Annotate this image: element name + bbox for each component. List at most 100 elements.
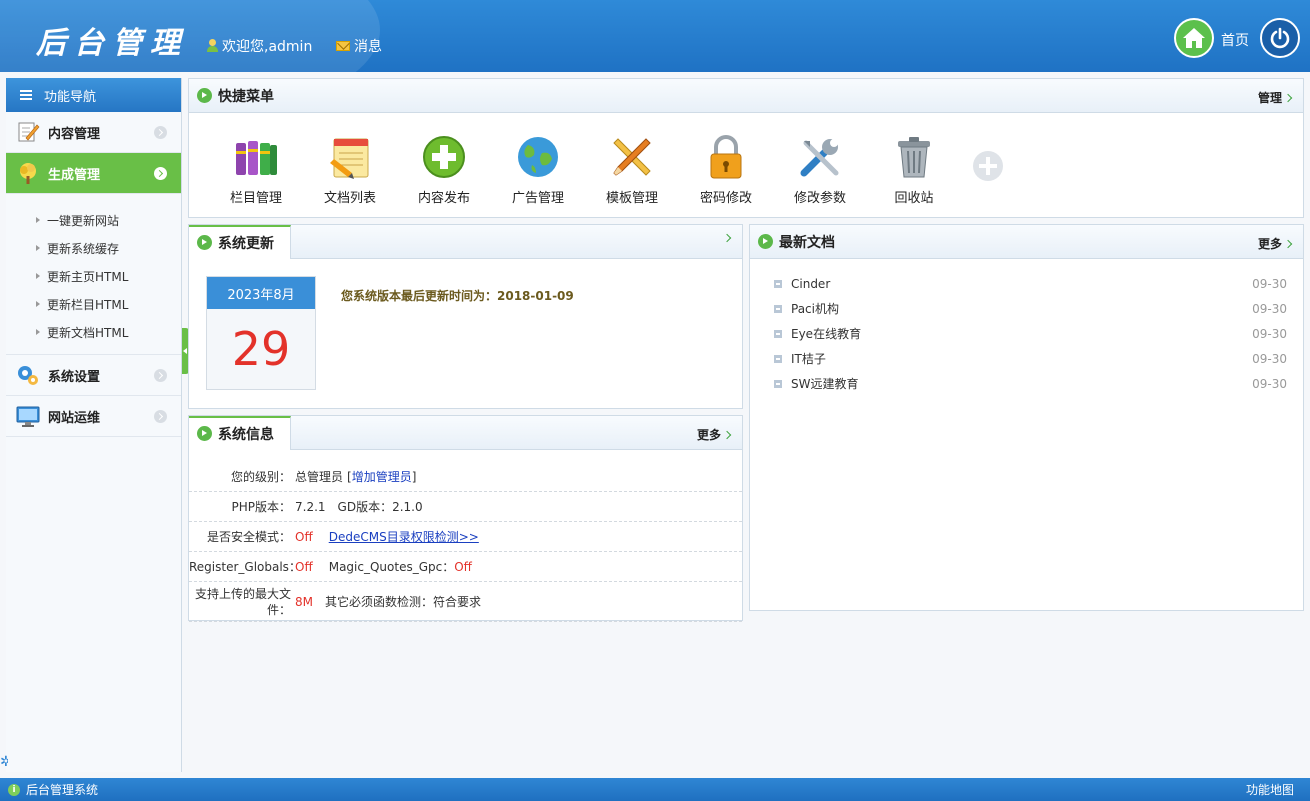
info-value: 2.1.0	[392, 499, 423, 514]
info-row-globals: Register_Globals： Off Magic_Quotes_Gpc： …	[189, 552, 742, 582]
sidebar-title-label: 功能导航	[44, 89, 97, 105]
submenu-item[interactable]: 更新系统缓存	[6, 234, 181, 262]
sidebar-item-content[interactable]: 内容管理	[6, 112, 181, 153]
info-value: 总管理员	[295, 470, 344, 484]
bullet-icon	[774, 279, 782, 288]
home-button[interactable]	[1174, 18, 1214, 58]
sidebar-item-settings[interactable]: 系统设置	[6, 355, 181, 396]
submenu-item[interactable]: 更新主页HTML	[6, 262, 181, 290]
sitemap-link[interactable]: 功能地图	[1246, 781, 1294, 798]
doc-title[interactable]: Paci机构	[791, 300, 839, 317]
mail-icon	[336, 41, 350, 51]
quick-item-ads[interactable]: 广告管理	[491, 133, 585, 206]
header: 后台管理 欢迎您,admin 消息 首页	[0, 0, 1310, 72]
footer-system-name: 后台管理系统	[26, 783, 99, 797]
info-label: Register_Globals：	[189, 560, 301, 574]
sidebar-item-ops[interactable]: 网站运维	[6, 396, 181, 437]
logout-button[interactable]	[1260, 18, 1300, 58]
system-info-header: 系统信息 更多	[189, 415, 742, 450]
quick-item-categories[interactable]: 栏目管理	[209, 133, 303, 206]
info-value: Off	[295, 559, 313, 574]
settings-gear-icon[interactable]: ✲	[0, 754, 8, 770]
bullet-icon	[774, 304, 782, 313]
plus-circle-icon	[420, 133, 468, 181]
info-label: PHP版本：	[231, 500, 292, 514]
system-info-more-link[interactable]: 更多	[696, 426, 732, 443]
system-info-rows: 您的级别： 总管理员 [增加管理员] PHP版本： 7.2.1 GD版本： 2.…	[189, 450, 742, 622]
chevron-right-icon	[1283, 239, 1293, 248]
quick-item-doc-list[interactable]: 文档列表	[303, 133, 397, 206]
play-icon	[758, 234, 773, 249]
info-value: 符合要求	[433, 595, 482, 609]
system-update-more-link[interactable]	[722, 233, 732, 243]
permission-check-link[interactable]: DedeCMS目录权限检测>>	[329, 528, 479, 545]
info-value: Off	[295, 529, 313, 544]
system-update-header: 系统更新	[189, 224, 742, 259]
doc-title[interactable]: Eye在线教育	[791, 325, 861, 342]
more-label: 更多	[1257, 237, 1282, 251]
quick-item-label: 模板管理	[605, 191, 658, 206]
generate-submenu: 一键更新网站 更新系统缓存 更新主页HTML 更新栏目HTML 更新文档HTML	[6, 194, 181, 355]
home-icon	[1183, 28, 1205, 48]
quick-item-label: 广告管理	[511, 191, 564, 206]
submenu-item[interactable]: 更新文档HTML	[6, 318, 181, 346]
info-value: Off	[454, 559, 472, 574]
more-label: 更多	[696, 428, 721, 442]
chevron-right-icon	[154, 126, 167, 139]
submenu-item[interactable]: 一键更新网站	[6, 206, 181, 234]
sidebar-item-label: 网站运维	[48, 410, 101, 426]
sidebar-item-label: 系统设置	[48, 369, 101, 385]
info-label: 其它必须函数检测：	[325, 595, 434, 609]
message-label: 消息	[354, 39, 382, 55]
list-item[interactable]: IT桔子 09-30	[774, 346, 1287, 371]
quick-item-publish[interactable]: 内容发布	[397, 133, 491, 206]
last-update-text: 您系统版本最后更新时间为：2018-01-09	[341, 289, 574, 303]
list-item[interactable]: Cinder 09-30	[774, 271, 1287, 296]
footer: i 后台管理系统 功能地图	[0, 778, 1310, 801]
message-link[interactable]: 消息	[336, 36, 382, 56]
list-item[interactable]: Eye在线教育 09-30	[774, 321, 1287, 346]
system-update-title-label: 系统更新	[218, 235, 274, 252]
quick-menu-panel: 快捷菜单 管理 栏目管理 文档列表 内容发布 广告管理 模板管理 密码修改 修改…	[188, 78, 1304, 218]
doc-date: 09-30	[1252, 376, 1287, 391]
play-icon	[197, 88, 212, 103]
sidebar-item-generate[interactable]: 生成管理	[6, 153, 181, 194]
books-icon	[232, 133, 280, 181]
info-icon: i	[8, 783, 20, 796]
tree-icon	[16, 161, 40, 185]
quick-item-password[interactable]: 密码修改	[679, 133, 773, 206]
doc-title[interactable]: IT桔子	[791, 350, 826, 367]
add-admin-link[interactable]: 增加管理员	[352, 468, 412, 485]
submenu-item[interactable]: 更新栏目HTML	[6, 290, 181, 318]
doc-title[interactable]: Cinder	[791, 277, 830, 291]
info-value: 8M	[295, 594, 313, 609]
latest-docs-title: 最新文档	[750, 225, 851, 259]
info-label: GD版本：	[337, 500, 393, 514]
quick-item-params[interactable]: 修改参数	[773, 133, 867, 206]
home-label[interactable]: 首页	[1221, 30, 1249, 50]
doc-date: 09-30	[1252, 351, 1287, 366]
list-icon	[20, 90, 32, 100]
play-icon	[197, 426, 212, 441]
system-info-title: 系统信息	[189, 415, 291, 450]
quick-item-label: 回收站	[894, 191, 934, 206]
system-update-panel: 系统更新 2023年8月 29 您系统版本最后更新时间为：2018-01-09	[188, 224, 743, 409]
sidebar: 功能导航 内容管理 生成管理 一键更新网站 更新系统缓存 更新主页HTML 更新…	[6, 78, 182, 772]
quick-item-label: 修改参数	[793, 191, 846, 206]
list-item[interactable]: Paci机构 09-30	[774, 296, 1287, 321]
quick-menu-manage-link[interactable]: 管理	[1258, 89, 1293, 106]
sidebar-title: 功能导航	[6, 78, 181, 112]
sidebar-item-label: 生成管理	[48, 167, 101, 183]
quick-menu-header: 快捷菜单 管理	[189, 79, 1303, 113]
quick-item-templates[interactable]: 模板管理	[585, 133, 679, 206]
doc-title[interactable]: SW远建教育	[791, 375, 858, 392]
quick-item-recycle-bin[interactable]: 回收站	[867, 133, 961, 206]
info-row-upload: 支持上传的最大文件： 8M 其它必须函数检测： 符合要求	[189, 582, 742, 622]
chevron-right-icon	[1283, 93, 1293, 102]
bullet-icon	[774, 379, 782, 388]
list-item[interactable]: SW远建教育 09-30	[774, 371, 1287, 396]
system-info-title-label: 系统信息	[218, 426, 274, 443]
calendar-day: 29	[231, 322, 291, 376]
add-shortcut-icon[interactable]	[973, 151, 1003, 181]
latest-docs-more-link[interactable]: 更多	[1257, 235, 1293, 252]
